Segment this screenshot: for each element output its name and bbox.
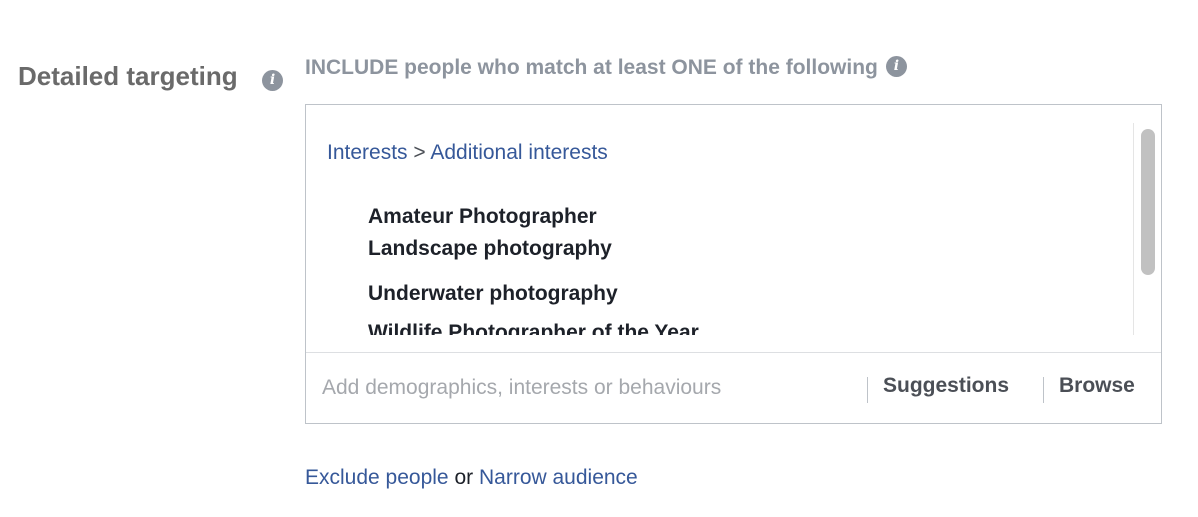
divider bbox=[867, 377, 868, 403]
audience-options: Exclude people or Narrow audience bbox=[305, 466, 638, 490]
search-row: Suggestions Browse bbox=[306, 352, 1161, 423]
search-input[interactable] bbox=[322, 371, 852, 405]
exclude-people-link[interactable]: Exclude people bbox=[305, 466, 449, 489]
narrow-audience-link[interactable]: Narrow audience bbox=[479, 466, 638, 489]
selected-interests-list: Interests > Additional interests Amateur… bbox=[306, 105, 1133, 335]
or-text: or bbox=[454, 466, 474, 489]
breadcrumb-interests-link[interactable]: Interests bbox=[327, 141, 408, 164]
breadcrumb: Interests > Additional interests bbox=[327, 141, 608, 165]
targeting-box: Interests > Additional interests Amateur… bbox=[305, 104, 1162, 424]
breadcrumb-additional-interests-link[interactable]: Additional interests bbox=[430, 141, 607, 164]
interest-item[interactable]: Underwater photography bbox=[368, 282, 618, 306]
suggestions-button[interactable]: Suggestions bbox=[883, 374, 1009, 398]
interest-item[interactable]: Wildlife Photographer of the Year bbox=[368, 321, 699, 335]
detailed-targeting-label: Detailed targeting bbox=[18, 61, 238, 92]
browse-button[interactable]: Browse bbox=[1059, 374, 1135, 398]
scrollbar[interactable] bbox=[1133, 123, 1161, 335]
info-icon[interactable]: i bbox=[885, 55, 907, 77]
include-text: INCLUDE people who match at least ONE of… bbox=[305, 56, 878, 79]
detailed-targeting-title: Detailed targeting bbox=[18, 61, 238, 91]
interest-item[interactable]: Landscape photography bbox=[368, 237, 612, 261]
interest-item[interactable]: Amateur Photographer bbox=[368, 205, 597, 229]
scrollbar-thumb[interactable] bbox=[1141, 129, 1155, 275]
info-icon[interactable]: i bbox=[262, 70, 283, 91]
breadcrumb-separator: > bbox=[413, 141, 426, 164]
include-header: INCLUDE people who match at least ONE of… bbox=[305, 55, 907, 80]
divider bbox=[1043, 377, 1044, 403]
